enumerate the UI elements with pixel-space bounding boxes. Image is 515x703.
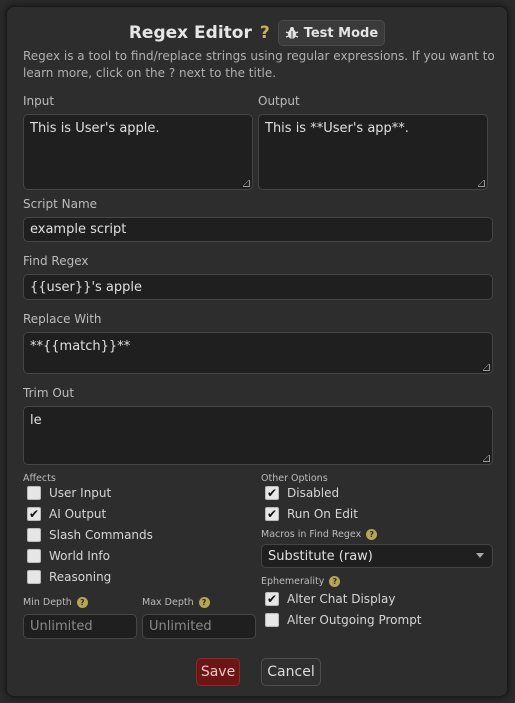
- script-name-label: Script Name: [23, 197, 98, 211]
- test-mode-label: Test Mode: [303, 25, 379, 41]
- checkbox-label: Slash Commands: [49, 528, 153, 542]
- affects-ai-output[interactable]: ✔ AI Output: [27, 507, 106, 521]
- affects-label: Affects: [23, 473, 56, 484]
- checkbox[interactable]: ✔: [27, 507, 41, 521]
- dialog-description: Regex is a tool to find/replace strings …: [23, 49, 495, 80]
- affects-user-input[interactable]: User Input: [27, 486, 111, 500]
- find-regex-label: Find Regex: [23, 254, 89, 268]
- checkbox-label: Reasoning: [49, 570, 112, 584]
- input-textarea[interactable]: This is User's apple.: [23, 114, 253, 190]
- save-button[interactable]: Save: [196, 658, 240, 686]
- max-depth-placeholder: Unlimited: [149, 619, 212, 634]
- macros-selected: Substitute (raw): [268, 549, 373, 564]
- script-name-input[interactable]: example script: [23, 217, 493, 242]
- bug-icon: [285, 27, 298, 39]
- option-run-on-edit[interactable]: ✔ Run On Edit: [265, 507, 358, 521]
- replace-with-textarea[interactable]: **{{match}}**: [23, 332, 493, 374]
- checkbox-label: Alter Chat Display: [287, 592, 396, 606]
- macros-select[interactable]: Substitute (raw): [261, 544, 493, 568]
- chevron-down-icon: [476, 553, 484, 558]
- checkbox[interactable]: [27, 549, 41, 563]
- ephemerality-alter-chat-display[interactable]: ✔ Alter Chat Display: [265, 592, 395, 606]
- ephemerality-alter-outgoing-prompt[interactable]: Alter Outgoing Prompt: [265, 613, 422, 627]
- option-disabled[interactable]: ✔ Disabled: [265, 486, 339, 500]
- help-icon[interactable]: ?: [366, 529, 378, 540]
- ephemerality-label: Ephemerality?: [261, 576, 341, 587]
- help-icon[interactable]: ?: [260, 23, 270, 43]
- max-depth-input[interactable]: Unlimited: [142, 614, 256, 639]
- output-textarea[interactable]: This is **User's app**.: [258, 114, 488, 190]
- checkbox-label: Disabled: [287, 486, 340, 500]
- replace-with-label: Replace With: [23, 312, 102, 326]
- checkbox[interactable]: [265, 613, 279, 627]
- checkbox[interactable]: ✔: [265, 592, 279, 606]
- checkbox[interactable]: ✔: [265, 486, 279, 500]
- affects-slash-commands[interactable]: Slash Commands: [27, 528, 153, 542]
- checkbox-label: Run On Edit: [287, 507, 358, 521]
- checkbox-label: AI Output: [49, 507, 107, 521]
- macros-label: Macros in Find Regex?: [261, 529, 378, 540]
- dialog-title: Regex Editor: [128, 23, 252, 43]
- trim-out-textarea[interactable]: le: [23, 406, 493, 465]
- regex-editor-dialog: Regex Editor ? Test Mode Regex is a tool…: [6, 6, 508, 697]
- checkbox-label: World Info: [49, 549, 110, 563]
- max-depth-label: Max Depth?: [142, 597, 210, 608]
- checkbox[interactable]: [27, 528, 41, 542]
- checkbox-label: User Input: [49, 486, 112, 500]
- min-depth-label: Min Depth?: [23, 597, 88, 608]
- min-depth-label-text: Min Depth: [23, 597, 72, 608]
- checkbox[interactable]: [27, 486, 41, 500]
- cancel-button[interactable]: Cancel: [261, 658, 321, 686]
- find-regex-input[interactable]: {{user}}'s apple: [23, 274, 493, 300]
- min-depth-input[interactable]: Unlimited: [23, 614, 137, 639]
- affects-world-info[interactable]: World Info: [27, 549, 110, 563]
- affects-reasoning[interactable]: Reasoning: [27, 570, 111, 584]
- help-icon[interactable]: ?: [198, 597, 210, 608]
- trim-out-label: Trim Out: [23, 386, 75, 400]
- help-icon[interactable]: ?: [76, 597, 88, 608]
- input-label: Input: [23, 94, 55, 108]
- help-icon[interactable]: ?: [329, 576, 341, 587]
- max-depth-label-text: Max Depth: [142, 597, 194, 608]
- min-depth-placeholder: Unlimited: [30, 619, 93, 634]
- macros-label-text: Macros in Find Regex: [261, 529, 362, 540]
- checkbox-label: Alter Outgoing Prompt: [287, 613, 422, 627]
- checkbox[interactable]: ✔: [265, 507, 279, 521]
- test-mode-button[interactable]: Test Mode: [277, 20, 386, 46]
- ephemerality-label-text: Ephemerality: [261, 576, 325, 587]
- checkbox[interactable]: [27, 570, 41, 584]
- title-row: Regex Editor ? Test Mode: [7, 18, 507, 48]
- output-label: Output: [258, 94, 300, 108]
- other-options-label: Other Options: [261, 473, 328, 484]
